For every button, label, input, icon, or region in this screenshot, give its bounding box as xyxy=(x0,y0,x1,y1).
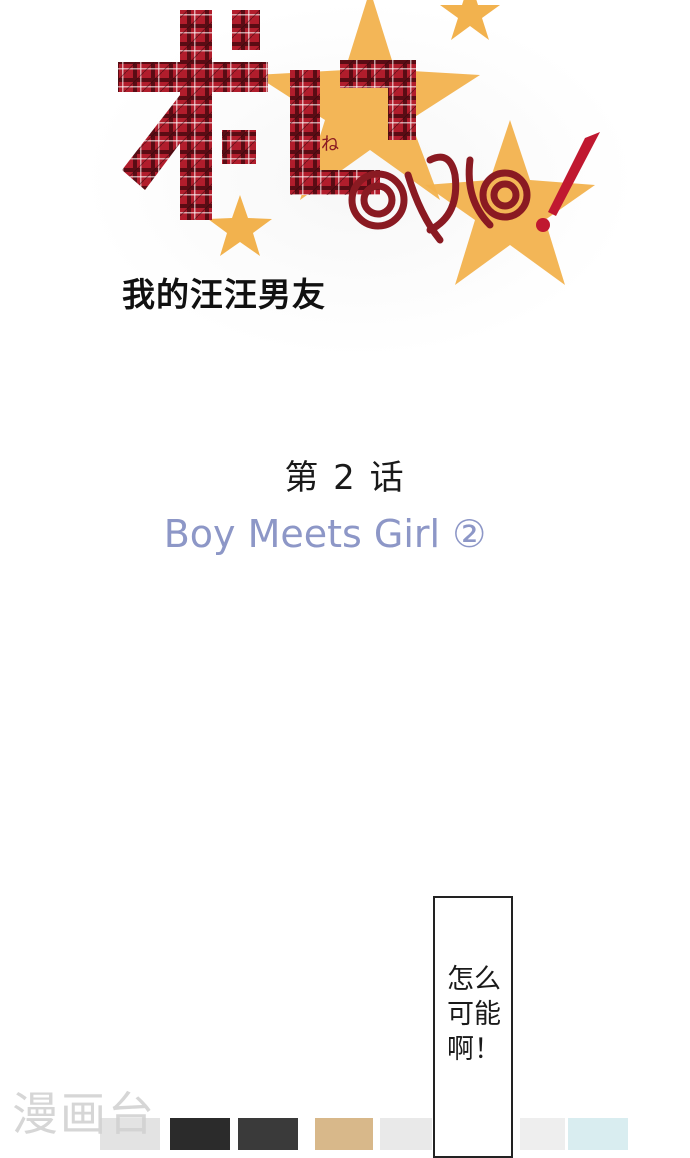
panel-light-2 xyxy=(520,1118,565,1150)
panel-light xyxy=(380,1118,432,1150)
exclaim-mark xyxy=(548,132,600,216)
panel-grey xyxy=(100,1118,160,1150)
small-star xyxy=(208,195,272,256)
logo-artwork: ね xyxy=(118,0,600,285)
exclaim-dot xyxy=(536,218,550,232)
chapter-number: 第 2 话 xyxy=(284,458,406,498)
panel-skin-tone xyxy=(315,1118,373,1150)
top-star xyxy=(440,0,500,40)
panel-pale-blue xyxy=(568,1118,628,1150)
logo-subtitle: 我的汪汪男友 xyxy=(122,275,326,314)
speech-text: 怎么 可能 啊！ xyxy=(447,964,501,1065)
chapter-title: Boy Meets Girl ② xyxy=(163,512,487,556)
panel-hair-dark xyxy=(170,1118,230,1150)
small-glyph: ね xyxy=(321,134,339,155)
speech-bubble: 怎么 可能 啊！ xyxy=(433,896,513,1158)
title-logo: ね 我的汪汪男友 xyxy=(0,0,690,380)
panel-hair-dark-2 xyxy=(238,1118,298,1150)
